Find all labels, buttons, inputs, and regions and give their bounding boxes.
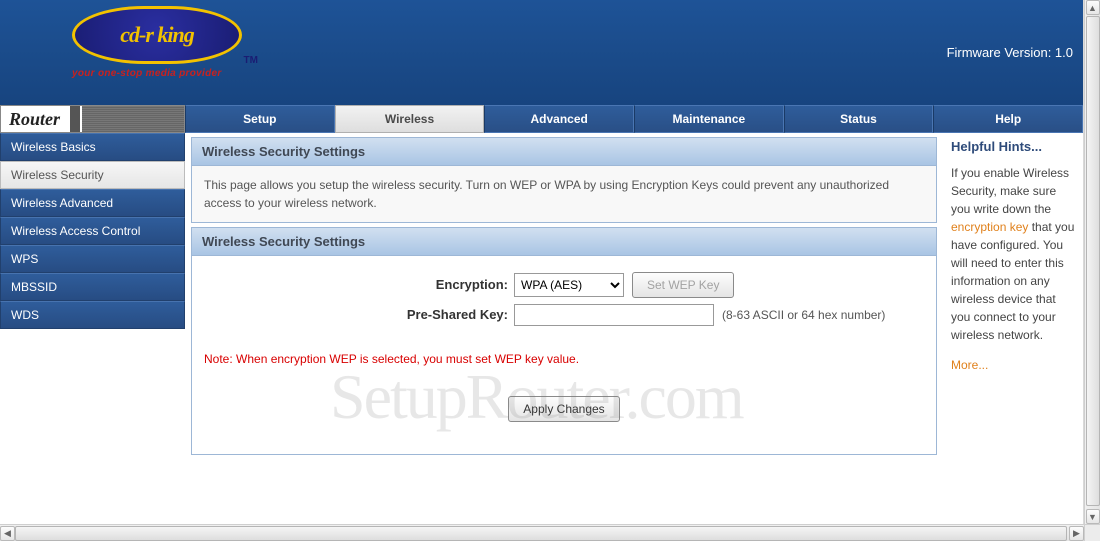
psk-hint: (8-63 ASCII or 64 hex number) [722, 306, 885, 324]
router-tab-stripes [68, 106, 184, 132]
panel-intro-title: Wireless Security Settings [192, 138, 936, 166]
logo-trademark: TM [244, 55, 258, 66]
sidebar: Wireless Basics Wireless Security Wirele… [0, 133, 185, 455]
psk-label: Pre-Shared Key: [204, 305, 514, 325]
horizontal-scrollbar[interactable]: ◀ ▶ [0, 524, 1084, 541]
hints-header: Helpful Hints... [951, 139, 1075, 154]
scroll-up-icon[interactable]: ▲ [1086, 0, 1100, 15]
encryption-select[interactable]: WPA (AES) [514, 273, 624, 297]
logo-oval: cd-r king [72, 6, 242, 64]
vertical-scroll-thumb[interactable] [1086, 16, 1100, 506]
apply-changes-button[interactable]: Apply Changes [508, 396, 619, 422]
main-content: Wireless Security Settings This page all… [185, 133, 943, 455]
scroll-down-icon[interactable]: ▼ [1086, 509, 1100, 524]
encryption-key-link[interactable]: encryption key [951, 220, 1028, 234]
sidebar-item-wireless-security[interactable]: Wireless Security [0, 161, 185, 189]
panel-intro: Wireless Security Settings This page all… [191, 137, 937, 223]
tab-setup[interactable]: Setup [185, 105, 335, 133]
tab-status[interactable]: Status [784, 105, 934, 133]
encryption-label: Encryption: [204, 275, 514, 295]
sidebar-item-mbssid[interactable]: MBSSID [0, 273, 185, 301]
firmware-version: Firmware Version: 1.0 [947, 45, 1073, 60]
sidebar-item-wps[interactable]: WPS [0, 245, 185, 273]
logo-tagline: your one-stop media provider [72, 68, 242, 79]
sidebar-item-wireless-access-control[interactable]: Wireless Access Control [0, 217, 185, 245]
panel-intro-desc: This page allows you setup the wireless … [192, 166, 936, 222]
tab-wireless[interactable]: Wireless [335, 105, 485, 133]
nav-row: Router Setup Wireless Advanced Maintenan… [0, 105, 1083, 133]
tab-help[interactable]: Help [933, 105, 1083, 133]
router-tab-label: Router [1, 109, 68, 130]
sidebar-item-wds[interactable]: WDS [0, 301, 185, 329]
vertical-scrollbar[interactable]: ▲ ▼ [1084, 0, 1100, 524]
hints-panel: Helpful Hints... If you enable Wireless … [943, 133, 1083, 455]
psk-input[interactable] [514, 304, 714, 326]
tab-advanced[interactable]: Advanced [484, 105, 634, 133]
wep-note: Note: When encryption WEP is selected, y… [204, 332, 924, 382]
sidebar-item-wireless-basics[interactable]: Wireless Basics [0, 133, 185, 161]
brand-logo: cd-r king TM your one-stop media provide… [72, 6, 242, 79]
panel-settings: Wireless Security Settings Encryption: W… [191, 227, 937, 455]
hints-body: If you enable Wireless Security, make su… [951, 164, 1075, 344]
horizontal-scroll-thumb[interactable] [15, 526, 1067, 541]
panel-settings-title: Wireless Security Settings [192, 228, 936, 256]
header-banner: cd-r king TM your one-stop media provide… [0, 0, 1083, 105]
scrollbar-corner [1084, 524, 1100, 541]
logo-text: cd-r king [120, 22, 194, 48]
hints-more-link[interactable]: More... [951, 358, 1075, 372]
scroll-right-icon[interactable]: ▶ [1069, 526, 1084, 541]
set-wep-key-button[interactable]: Set WEP Key [632, 272, 734, 298]
router-tab: Router [0, 105, 185, 133]
scroll-left-icon[interactable]: ◀ [0, 526, 15, 541]
tab-maintenance[interactable]: Maintenance [634, 105, 784, 133]
sidebar-item-wireless-advanced[interactable]: Wireless Advanced [0, 189, 185, 217]
